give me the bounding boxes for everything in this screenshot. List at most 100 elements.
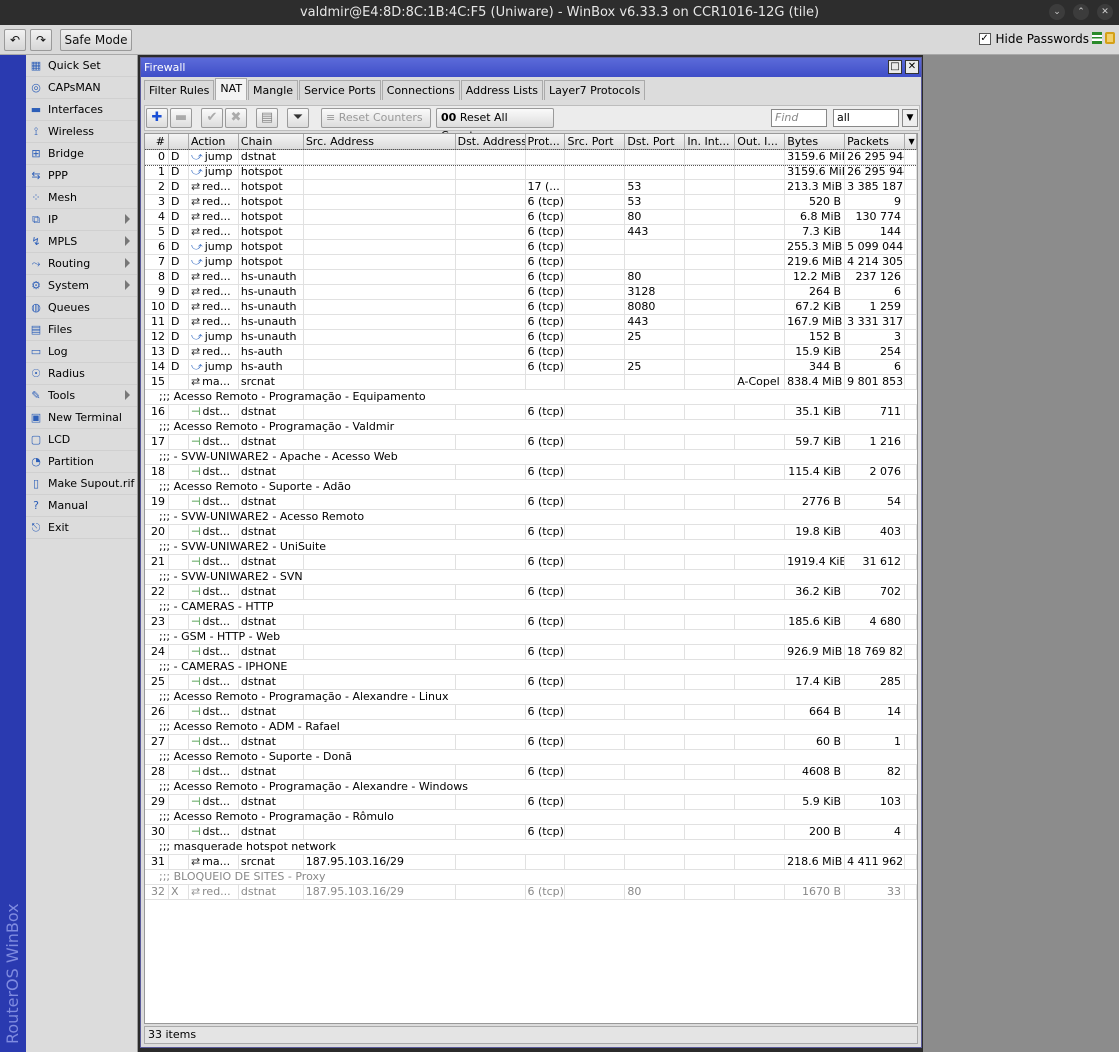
table-row[interactable]: 29 ⊣ dst... dstnat 6 (tcp) 5.9 KiB 103 [145, 795, 917, 810]
table-row[interactable]: 17 ⊣ dst... dstnat 6 (tcp) 59.7 KiB 1 216 [145, 435, 917, 450]
sidebar-item-lcd[interactable]: ▢ LCD [26, 429, 137, 451]
column-header[interactable]: Src. Address [304, 134, 456, 149]
sidebar-item-bridge[interactable]: ⊞ Bridge [26, 143, 137, 165]
close-window-icon[interactable]: ✕ [1097, 4, 1113, 20]
tab-connections[interactable]: Connections [381, 80, 460, 100]
column-header[interactable]: Bytes [785, 134, 846, 149]
sidebar-item-log[interactable]: ▭ Log [26, 341, 137, 363]
table-row[interactable]: 3 D ⇄ red... hotspot 6 (tcp) 53 520 B9 [145, 195, 917, 210]
disable-rule-button[interactable]: ✖ [225, 108, 247, 128]
column-header[interactable]: Chain [239, 134, 304, 149]
reset-all-counters-button[interactable]: 00 Reset All Counters [436, 108, 554, 142]
safe-mode-button[interactable]: Safe Mode [60, 29, 132, 51]
sidebar-item-routing[interactable]: ⤳ Routing [26, 253, 137, 275]
cell-pk: 2 076 [845, 465, 906, 479]
sidebar-item-ppp[interactable]: ⇆ PPP [26, 165, 137, 187]
filter-button[interactable]: ⏷ [287, 108, 309, 128]
minimize-window-icon[interactable]: ⌄ [1049, 4, 1065, 20]
sidebar-item-interfaces[interactable]: ▬ Interfaces [26, 99, 137, 121]
sidebar-item-exit[interactable]: ⎋ Exit [26, 517, 137, 539]
column-picker-icon[interactable]: ▼ [905, 134, 917, 149]
sidebar-item-radius[interactable]: ☉ Radius [26, 363, 137, 385]
sidebar-item-make-supout-rif[interactable]: ▯ Make Supout.rif [26, 473, 137, 495]
close-window-button-icon[interactable]: ✕ [905, 60, 919, 74]
table-row[interactable]: 22 ⊣ dst... dstnat 6 (tcp) 36.2 KiB 702 [145, 585, 917, 600]
table-row[interactable]: 0 D ⤻ jump dstnat 3159.6 MiB 26 295 944 [145, 149, 917, 166]
table-row[interactable]: 10 D ⇄ red... hs-unauth 6 (tcp) 8080 67.2 KiB 1 … [145, 300, 917, 315]
table-row[interactable]: 13 D ⇄ red... hs-auth 6 (tcp) 15.9 KiB 254 [145, 345, 917, 360]
column-header[interactable]: Packets [845, 134, 906, 149]
table-row[interactable]: 14 D ⤻ jump hs-auth 6 (tcp) 25 344 B6 [145, 360, 917, 375]
remove-rule-button[interactable]: ▬ [170, 108, 192, 128]
comment-button[interactable]: ▤ [256, 108, 278, 128]
hide-passwords-toggle[interactable]: ✓ Hide Passwords [978, 32, 1089, 46]
column-header[interactable] [169, 134, 189, 149]
sidebar-item-manual[interactable]: ? Manual [26, 495, 137, 517]
table-row[interactable]: 5 D ⇄ red... hotspot 6 (tcp) 443 7.3 KiB 144 [145, 225, 917, 240]
restore-window-icon[interactable]: □ [888, 60, 902, 74]
tab-mangle[interactable]: Mangle [248, 80, 299, 100]
window-titlebar[interactable]: Firewall □ ✕ [141, 58, 921, 77]
table-row[interactable]: 8 D ⇄ red... hs-unauth 6 (tcp) 80 12.2 MiB 237 1… [145, 270, 917, 285]
table-row[interactable]: 25 ⊣ dst... dstnat 6 (tcp) 17.4 KiB 285 [145, 675, 917, 690]
table-row[interactable]: 23 ⊣ dst... dstnat 6 (tcp) 185.6 KiB 4 680 [145, 615, 917, 630]
sidebar-item-system[interactable]: ⚙ System [26, 275, 137, 297]
reset-counters-button[interactable]: ≡ Reset Counters [321, 108, 431, 128]
column-header[interactable]: In. Int... [685, 134, 736, 149]
redo-button[interactable]: ↷ [30, 29, 52, 51]
table-row[interactable]: 26 ⊣ dst... dstnat 6 (tcp) 664 B 14 [145, 705, 917, 720]
sidebar-item-ip[interactable]: ⧉ IP [26, 209, 137, 231]
sidebar-item-capsman[interactable]: ◎ CAPsMAN [26, 77, 137, 99]
table-row[interactable]: 19 ⊣ dst... dstnat 6 (tcp) 2776 B 54 [145, 495, 917, 510]
tab-layer7-protocols[interactable]: Layer7 Protocols [544, 80, 646, 100]
tab-service-ports[interactable]: Service Ports [299, 80, 381, 100]
tab-address-lists[interactable]: Address Lists [460, 80, 544, 100]
tab-nat[interactable]: NAT [215, 78, 248, 100]
column-header[interactable]: Src. Port [565, 134, 626, 149]
table-row[interactable]: 27 ⊣ dst... dstnat 6 (tcp) 60 B1 [145, 735, 917, 750]
table-row[interactable]: 2 D ⇄ red... hotspot 17 (... 53 213.3 MiB 3 385 … [145, 180, 917, 195]
table-row[interactable]: 18 ⊣ dst... dstnat 6 (tcp) 115.4 KiB 2 076 [145, 465, 917, 480]
table-row[interactable]: 6 D ⤻ jump hotspot 6 (tcp) 255.3 MiB 5 099 044 [145, 240, 917, 255]
filter-select[interactable]: all [833, 109, 899, 127]
add-rule-button[interactable]: ✚ [146, 108, 168, 128]
table-row[interactable]: 4 D ⇄ red... hotspot 6 (tcp) 80 6.8 MiB 130 774 [145, 210, 917, 225]
column-header[interactable]: Prot... [526, 134, 566, 149]
column-header[interactable]: Action [189, 134, 239, 149]
column-header[interactable]: # [145, 134, 169, 149]
sidebar-item-queues[interactable]: ◍ Queues [26, 297, 137, 319]
sidebar-item-mpls[interactable]: ↯ MPLS [26, 231, 137, 253]
hide-passwords-checkbox[interactable]: ✓ [978, 33, 991, 45]
column-header[interactable]: Dst. Port [625, 134, 686, 149]
table-row[interactable]: 21 ⊣ dst... dstnat 6 (tcp) 1919.4 KiB 31 612 [145, 555, 917, 570]
tab-filter-rules[interactable]: Filter Rules [144, 80, 215, 100]
table-row[interactable]: 7 D ⤻ jump hotspot 6 (tcp) 219.6 MiB 4 214 305 [145, 255, 917, 270]
table-row[interactable]: 15 ⇄ ma... srcnat A-Copel 838.4 MiB 9 801 853 [145, 375, 917, 390]
column-header[interactable]: Out. I... [735, 134, 786, 149]
table-row[interactable]: 31 ⇄ ma... srcnat 187.95.103.16/29 218.6 MiB 4… [145, 855, 917, 870]
find-input[interactable]: Find [771, 109, 827, 127]
table-row[interactable]: 30 ⊣ dst... dstnat 6 (tcp) 200 B4 [145, 825, 917, 840]
undo-button[interactable]: ↶ [4, 29, 26, 51]
table-row[interactable]: 24 ⊣ dst... dstnat 6 (tcp) 926.9 MiB 18 769 82… [145, 645, 917, 660]
sidebar-item-mesh[interactable]: ⁘ Mesh [26, 187, 137, 209]
table-row[interactable]: 28 ⊣ dst... dstnat 6 (tcp) 4608 B 82 [145, 765, 917, 780]
sidebar-item-new-terminal[interactable]: ▣ New Terminal [26, 407, 137, 429]
table-row[interactable]: 32 X ⇄ red... dstnat 187.95.103.16/29 6 (tcp) 8… [145, 885, 917, 900]
table-row[interactable]: 1 D ⤻ jump hotspot 3159.6 MiB 26 295 944 [145, 165, 917, 180]
sidebar-item-partition[interactable]: ◔ Partition [26, 451, 137, 473]
table-row[interactable]: 9 D ⇄ red... hs-unauth 6 (tcp) 3128 264 B6 [145, 285, 917, 300]
filter-dropdown-icon[interactable]: ▼ [902, 109, 918, 127]
cell-dst [456, 885, 526, 899]
maximize-window-icon[interactable]: ⌃ [1073, 4, 1089, 20]
sidebar-item-tools[interactable]: ✎ Tools [26, 385, 137, 407]
column-header[interactable]: Dst. Address [456, 134, 526, 149]
table-row[interactable]: 11 D ⇄ red... hs-unauth 6 (tcp) 443 167.9 MiB 3 … [145, 315, 917, 330]
sidebar-item-wireless[interactable]: ⟟ Wireless [26, 121, 137, 143]
enable-rule-button[interactable]: ✔ [201, 108, 223, 128]
table-row[interactable]: 20 ⊣ dst... dstnat 6 (tcp) 19.8 KiB 403 [145, 525, 917, 540]
table-row[interactable]: 16 ⊣ dst... dstnat 6 (tcp) 35.1 KiB 711 [145, 405, 917, 420]
sidebar-item-quick-set[interactable]: ▦ Quick Set [26, 55, 137, 77]
table-row[interactable]: 12 D ⤻ jump hs-unauth 6 (tcp) 25 152 B3 [145, 330, 917, 345]
sidebar-item-files[interactable]: ▤ Files [26, 319, 137, 341]
